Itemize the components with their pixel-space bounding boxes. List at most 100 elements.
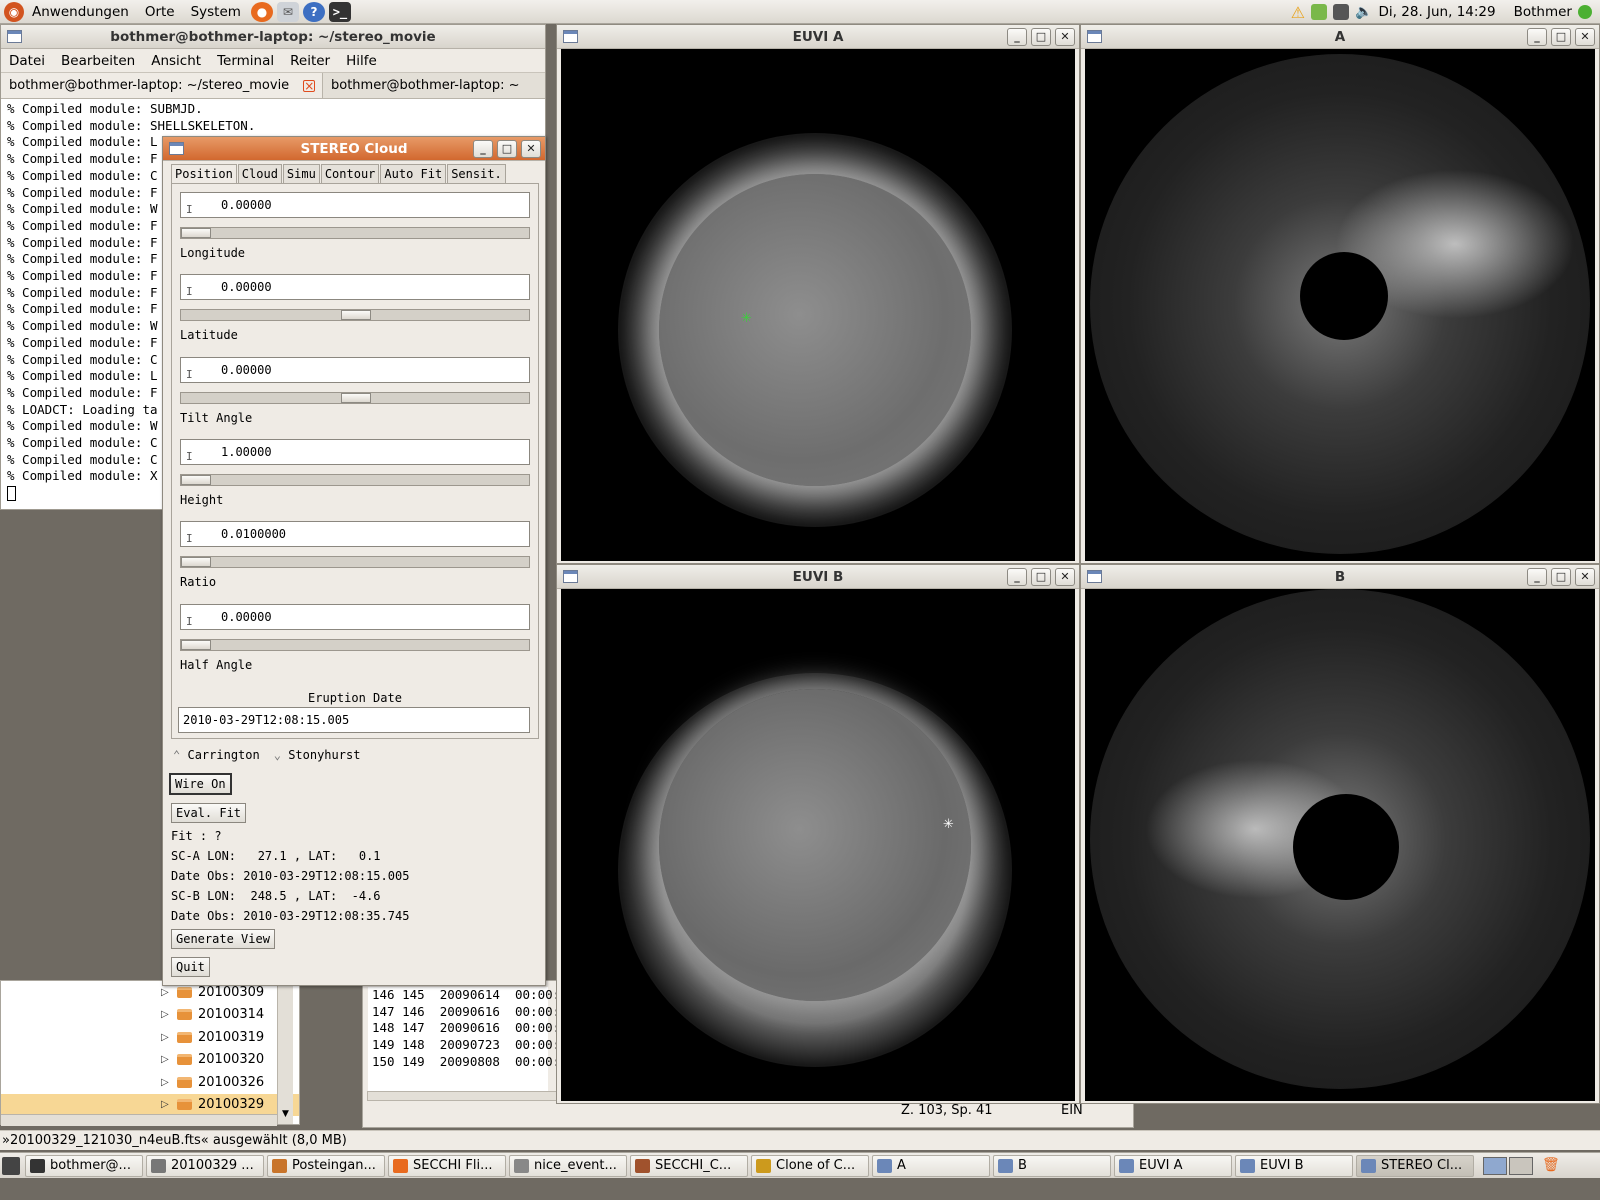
taskbar-item[interactable]: A — [872, 1154, 990, 1177]
show-desktop-icon[interactable] — [2, 1156, 20, 1175]
cloud-window-icon[interactable] — [169, 142, 184, 155]
user-name[interactable]: Bothmer — [1514, 4, 1572, 20]
longitude-input[interactable]: I 0.00000 — [180, 192, 530, 218]
terminal-tab-1[interactable]: bothmer@bothmer-laptop: ~/stereo_movie × — [1, 73, 323, 98]
longitude-slider-thumb[interactable] — [181, 228, 211, 238]
file-tree-hscrollbar[interactable] — [1, 1114, 277, 1126]
workspace-1[interactable] — [1483, 1156, 1507, 1175]
tilt-angle-slider[interactable] — [180, 391, 530, 404]
euvi-a-titlebar[interactable]: EUVI A _ □ ✕ — [557, 25, 1079, 49]
cor-a-titlebar[interactable]: A _ □ ✕ — [1081, 25, 1599, 49]
maximize-button[interactable]: □ — [1031, 28, 1051, 46]
status-icon[interactable] — [1578, 5, 1592, 19]
menu-applications[interactable]: Anwendungen — [24, 0, 137, 24]
maximize-button[interactable]: □ — [1551, 568, 1571, 586]
scroll-down-icon[interactable]: ▼ — [279, 1109, 292, 1122]
euvi-a-image[interactable]: ✳ — [561, 49, 1075, 561]
taskbar-item[interactable]: Clone of C... — [751, 1154, 869, 1177]
warning-icon[interactable]: ⚠ — [1291, 3, 1305, 22]
cloud-titlebar[interactable]: STEREO Cloud _ □ ✕ — [163, 137, 545, 161]
expander-icon[interactable]: ▷ — [161, 1099, 171, 1110]
close-button[interactable]: ✕ — [1055, 28, 1075, 46]
expander-icon[interactable]: ▷ — [161, 1077, 171, 1088]
generate-view-button[interactable]: Generate View — [171, 929, 275, 949]
latitude-input[interactable]: I 0.00000 — [180, 274, 530, 301]
tree-item[interactable]: ▷ 20100326 — [1, 1071, 299, 1094]
minimize-button[interactable]: _ — [1007, 568, 1027, 586]
cor-a-window-icon[interactable] — [1087, 30, 1102, 43]
battery-icon[interactable] — [1333, 4, 1350, 20]
cloud-tab-sensit[interactable]: Sensit. — [447, 164, 506, 183]
half-angle-slider-thumb[interactable] — [181, 639, 211, 650]
mail-icon[interactable]: ✉ — [276, 1, 299, 22]
expander-icon[interactable]: ▷ — [161, 987, 171, 998]
menu-terminal[interactable]: Terminal — [209, 53, 282, 69]
clock[interactable]: Di, 28. Jun, 14:29 — [1379, 4, 1496, 20]
menu-bearbeiten[interactable]: Bearbeiten — [53, 53, 143, 69]
wire-on-button[interactable]: Wire On — [169, 773, 232, 795]
terminal-tab-2[interactable]: bothmer@bothmer-laptop: ~ — [323, 73, 545, 98]
cloud-tab-simu[interactable]: Simu — [282, 164, 320, 183]
height-slider-thumb[interactable] — [181, 474, 211, 485]
minimize-button[interactable]: _ — [1007, 28, 1027, 46]
radio-carrington[interactable]: ⌃ Carrington — [173, 748, 260, 762]
taskbar-item[interactable]: bothmer@... — [25, 1154, 143, 1177]
cloud-tab-position[interactable]: Position — [171, 164, 237, 183]
latitude-slider-thumb[interactable] — [341, 310, 371, 321]
help-icon[interactable]: ? — [302, 1, 325, 22]
ratio-input[interactable]: I 0.0100000 — [180, 521, 530, 548]
half-angle-input[interactable]: I 0.00000 — [180, 603, 530, 630]
file-tree-vscrollbar[interactable]: ▼ — [277, 981, 293, 1124]
eval-fit-button[interactable]: Eval. Fit — [171, 803, 247, 823]
cloud-tab-cloud[interactable]: Cloud — [237, 164, 282, 183]
ratio-slider[interactable] — [180, 556, 530, 569]
close-tab-icon[interactable]: × — [303, 79, 316, 92]
network-icon[interactable] — [1311, 4, 1328, 20]
taskbar-item[interactable]: SECCHI Fli... — [388, 1154, 506, 1177]
cor-b-titlebar[interactable]: B _ □ ✕ — [1081, 565, 1599, 589]
tree-item[interactable]: ▷ 20100329 — [1, 1093, 299, 1116]
tilt-angle-slider-thumb[interactable] — [341, 392, 371, 403]
workspace-2[interactable] — [1509, 1156, 1533, 1175]
taskbar-item[interactable]: STEREO Cl... — [1356, 1154, 1474, 1177]
radio-stonyhurst[interactable]: ⌄ Stonyhurst — [274, 748, 361, 762]
maximize-button[interactable]: □ — [1551, 28, 1571, 46]
tree-item[interactable]: ▷ 20100320 — [1, 1049, 299, 1072]
menu-reiter[interactable]: Reiter — [282, 53, 338, 69]
expander-icon[interactable]: ▷ — [161, 1032, 171, 1043]
trash-icon[interactable]: 🗑 — [1542, 1157, 1560, 1175]
cloud-tab-contour[interactable]: Contour — [320, 164, 380, 183]
minimize-button[interactable]: _ — [1527, 28, 1547, 46]
maximize-button[interactable]: □ — [1031, 568, 1051, 586]
height-input[interactable]: I 1.00000 — [180, 438, 530, 465]
terminal-window-icon[interactable] — [7, 30, 22, 43]
tilt-angle-input[interactable]: I 0.00000 — [180, 356, 530, 383]
tree-item[interactable]: ▷ 20100314 — [1, 1004, 299, 1027]
cor-b-image[interactable] — [1085, 589, 1595, 1101]
minimize-button[interactable]: _ — [1527, 568, 1547, 586]
menu-system[interactable]: System — [183, 0, 249, 24]
taskbar-item[interactable]: SECCHI_C... — [630, 1154, 748, 1177]
taskbar-item[interactable]: EUVI A — [1114, 1154, 1232, 1177]
terminal-titlebar[interactable]: bothmer@bothmer-laptop: ~/stereo_movie — [1, 25, 545, 49]
taskbar-item[interactable]: EUVI B — [1235, 1154, 1353, 1177]
ubuntu-logo-icon[interactable]: ◉ — [4, 1, 24, 22]
expander-icon[interactable]: ▷ — [161, 1009, 171, 1020]
editor-text[interactable]: 146 145 20090614 00:00: 147 146 20090616 … — [368, 987, 560, 1097]
taskbar-item[interactable]: nice_event... — [509, 1154, 627, 1177]
volume-icon[interactable]: 🔈 — [1355, 4, 1372, 20]
quit-button[interactable]: Quit — [171, 957, 210, 977]
latitude-slider[interactable] — [180, 309, 530, 322]
euvi-a-window-icon[interactable] — [563, 30, 578, 43]
close-button[interactable]: ✕ — [1575, 568, 1595, 586]
euvi-b-window-icon[interactable] — [563, 570, 578, 583]
terminal-icon[interactable]: >_ — [328, 1, 351, 22]
euvi-b-titlebar[interactable]: EUVI B _ □ ✕ — [557, 565, 1079, 589]
menu-datei[interactable]: Datei — [1, 53, 53, 69]
close-button[interactable]: ✕ — [1055, 568, 1075, 586]
height-slider[interactable] — [180, 473, 530, 486]
menu-hilfe[interactable]: Hilfe — [338, 53, 385, 69]
taskbar-item[interactable]: Posteingan... — [267, 1154, 385, 1177]
euvi-b-image[interactable]: ✳ — [561, 589, 1075, 1101]
tree-item[interactable]: ▷ 20100319 — [1, 1026, 299, 1049]
